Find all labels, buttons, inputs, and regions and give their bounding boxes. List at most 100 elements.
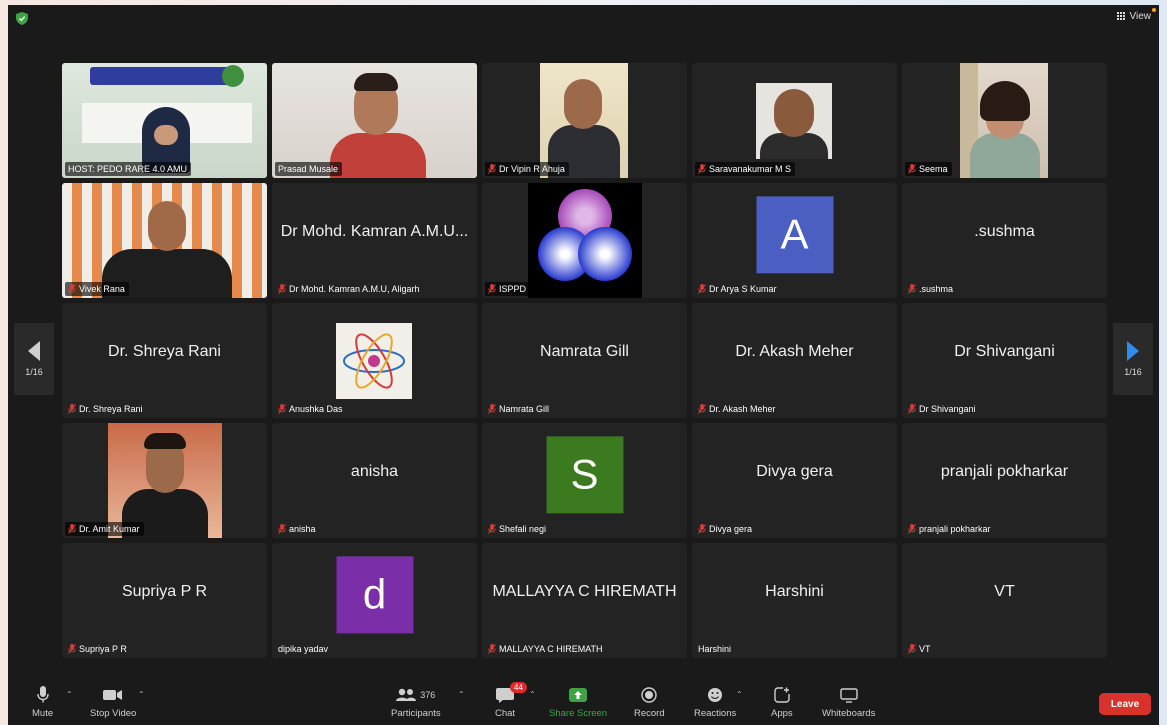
leave-button[interactable]: Leave [1099,693,1151,715]
video-camera-icon [103,690,123,700]
participant-tile[interactable]: S Shefali negi [482,423,687,538]
participants-count: 376 [420,690,436,700]
participant-name: Prasad Musale [278,164,339,174]
atom-profile-image [336,323,412,399]
participant-label: HOST: PEDO RARE 4.0 AMU [65,162,192,176]
participant-label: Namrata Gill [485,402,553,416]
top-bar: View [8,5,1159,31]
chevron-up-icon[interactable]: ⌃ [138,690,145,699]
participant-name: Dr Shivangani [919,404,976,414]
reactions-label: Reactions [694,708,737,719]
reactions-button[interactable]: Reactions [694,685,736,719]
video-grid: HOST: PEDO RARE 4.0 AMU Prasad Musale Dr… [62,63,1110,663]
muted-microphone-icon [488,404,496,414]
participant-name: Seema [919,164,948,174]
participant-label: Prasad Musale [275,162,343,176]
participant-name: Harshini [698,644,732,654]
participant-name: Vivek Rana [79,284,125,294]
participant-tile[interactable]: Dr Mohd. Kamran A.M.U... Dr Mohd. Kamran… [272,183,477,298]
participant-name: MALLAYYA C HIREMATH [499,644,603,654]
participant-tile[interactable]: Prasad Musale [272,63,477,178]
participant-label: Anushka Das [275,402,347,416]
avatar-letter: A [780,210,809,258]
participant-tile[interactable]: Dr. Amit Kumar [62,423,267,538]
chevron-up-icon[interactable]: ⌃ [66,690,73,699]
participant-tile[interactable]: ISPPD [482,183,687,298]
muted-microphone-icon [278,524,286,534]
participant-tile[interactable]: Namrata Gill Namrata Gill [482,303,687,418]
participant-tile[interactable]: Anushka Das [272,303,477,418]
participant-label: Dr Mohd. Kamran A.M.U, Aligarh [275,282,424,296]
participant-tile[interactable]: VT VT [902,543,1107,658]
participant-tile[interactable]: Saravanakumar M S [692,63,897,178]
participant-display-name: Dr Mohd. Kamran A.M.U... [280,222,469,240]
participant-display-name: Dr Shivangani [954,342,1055,360]
participant-tile[interactable]: Dr Shivangani Dr Shivangani [902,303,1107,418]
chevron-up-icon[interactable]: ⌃ [529,690,536,699]
muted-microphone-icon [698,284,706,294]
participant-name: Dr. Akash Meher [709,404,776,414]
participant-tile[interactable]: Divya gera Divya gera [692,423,897,538]
participant-tile[interactable]: Dr Vipin R Ahuja [482,63,687,178]
muted-microphone-icon [908,284,916,294]
apps-button[interactable]: Apps [771,685,793,719]
previous-page-button[interactable]: 1/16 [14,323,54,395]
participant-video [108,423,222,538]
participant-label: Vivek Rana [65,282,129,296]
avatar-letter: S [570,450,599,498]
participant-avatar: A [756,195,833,273]
participant-name: anisha [289,524,316,534]
record-button[interactable]: Record [634,685,665,719]
participant-tile[interactable]: .sushma .sushma [902,183,1107,298]
participant-display-name: Divya gera [756,462,833,480]
participant-video [540,63,628,178]
participant-tile[interactable]: Dr. Shreya Rani Dr. Shreya Rani [62,303,267,418]
host-video [62,63,267,178]
participant-tile[interactable]: Supriya P R Supriya P R [62,543,267,658]
participant-video [960,63,1048,178]
participant-tile[interactable]: Seema [902,63,1107,178]
record-icon [641,687,658,703]
participants-button[interactable]: 376 Participants [391,685,441,719]
mute-button[interactable]: Mute [32,685,53,719]
whiteboards-button[interactable]: Whiteboards [822,685,875,719]
participant-label: Saravanakumar M S [695,162,796,176]
smile-icon [708,688,723,702]
participant-name: Shefali negi [499,524,547,534]
participant-label: Dr Vipin R Ahuja [485,162,569,176]
participant-tile[interactable]: pranjali pokharkar pranjali pokharkar [902,423,1107,538]
participant-label: pranjali pokharkar [905,522,995,536]
chat-button[interactable]: 44 Chat [495,682,527,719]
participant-name: Namrata Gill [499,404,550,414]
participant-tile[interactable]: anisha anisha [272,423,477,538]
record-label: Record [634,708,665,719]
participant-tile[interactable]: A Dr Arya S Kumar [692,183,897,298]
muted-microphone-icon [698,524,706,534]
participant-avatar: S [546,435,623,513]
view-button[interactable]: View [1116,8,1156,22]
next-page-button[interactable]: 1/16 [1113,323,1153,395]
participant-tile[interactable]: Harshini Harshini [692,543,897,658]
participant-label: Dr. Shreya Rani [65,402,147,416]
participant-tile[interactable]: MALLAYYA C HIREMATH MALLAYYA C HIREMATH [482,543,687,658]
chevron-up-icon[interactable]: ⌃ [736,690,743,699]
participant-display-name: VT [994,582,1015,600]
chat-label: Chat [495,708,516,719]
participant-tile[interactable]: Dr. Akash Meher Dr. Akash Meher [692,303,897,418]
participant-tile[interactable]: d dipika yadav [272,543,477,658]
stop-video-button[interactable]: Stop Video [90,685,136,719]
participant-label: Shefali negi [485,522,550,536]
participant-display-name: Harshini [765,582,824,600]
participants-icon [396,688,417,701]
participant-name: dipika yadav [278,644,329,654]
participant-tile[interactable]: HOST: PEDO RARE 4.0 AMU [62,63,267,178]
muted-microphone-icon [68,644,76,654]
avatar-letter: d [362,570,387,618]
shield-icon[interactable] [16,12,28,25]
participant-display-name: Dr. Shreya Rani [108,342,221,360]
chevron-up-icon[interactable]: ⌃ [458,690,465,699]
participant-tile[interactable]: Vivek Rana [62,183,267,298]
participant-display-name: anisha [350,462,399,480]
share-screen-button[interactable]: Share Screen [549,685,607,719]
participant-name: Dr Vipin R Ahuja [499,164,565,174]
